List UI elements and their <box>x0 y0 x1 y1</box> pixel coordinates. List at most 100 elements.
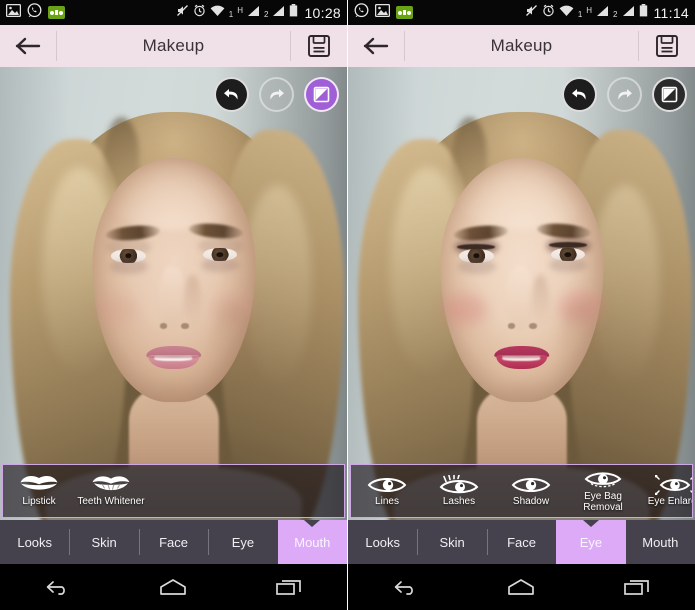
tab-bar-before: Looks Skin Face Eye Mouth <box>0 520 347 564</box>
tab-bar-after: Looks Skin Face Eye Mouth <box>348 520 695 564</box>
eye-icon <box>511 474 551 496</box>
whatsapp-icon <box>27 2 42 23</box>
tab-looks[interactable]: Looks <box>0 520 69 564</box>
wifi-icon <box>210 4 225 22</box>
photo-canvas-before[interactable]: Lipstick Teeth Whitener <box>0 67 347 520</box>
eye-icon <box>367 474 407 496</box>
tab-label: Mouth <box>294 534 331 550</box>
page-title: Makeup <box>142 36 205 55</box>
tab-label: Eye <box>231 534 255 550</box>
tab-mouth[interactable]: Mouth <box>277 520 347 564</box>
tab-eye[interactable]: Eye <box>208 520 277 564</box>
sim-count-label: 2 <box>264 9 269 19</box>
android-nav-bar-before <box>0 564 347 610</box>
network-type-label: H <box>237 5 243 15</box>
eye-lashes-icon <box>439 474 479 496</box>
voicemail-icon <box>396 6 413 19</box>
save-button[interactable] <box>291 25 347 67</box>
tab-face[interactable]: Face <box>138 520 208 564</box>
recents-nav-icon[interactable] <box>614 572 660 602</box>
status-left-icons <box>354 2 413 23</box>
recents-nav-icon[interactable] <box>266 572 312 602</box>
image-icon <box>5 3 22 22</box>
status-right-icons: 1 H 2 10:28 <box>176 3 341 22</box>
home-nav-icon[interactable] <box>498 572 544 602</box>
title-bar-before: Makeup <box>0 25 347 67</box>
tool-lines[interactable]: Lines <box>351 465 423 517</box>
status-left-icons <box>5 2 65 23</box>
tool-label: Eye Bag Removal <box>583 491 623 513</box>
tab-skin[interactable]: Skin <box>69 520 138 564</box>
title-bar-after: Makeup <box>348 25 695 67</box>
tab-eye[interactable]: Eye <box>556 520 626 564</box>
alarm-icon <box>193 4 206 22</box>
page-title: Makeup <box>490 36 553 55</box>
tab-label: Looks <box>365 534 401 550</box>
back-button[interactable] <box>0 25 56 67</box>
title-separator <box>290 31 291 61</box>
action-buttons-after <box>562 77 687 112</box>
tool-label: Lipstick <box>22 496 56 508</box>
redo-button <box>259 77 294 112</box>
back-button[interactable] <box>348 25 404 67</box>
tool-teeth-whitener[interactable]: Teeth Whitener <box>75 465 147 517</box>
tool-label: Teeth Whitener <box>77 496 145 508</box>
wifi-count-label: 1 <box>577 9 583 19</box>
mute-icon <box>176 4 189 22</box>
tool-eye-bag-removal[interactable]: Eye Bag Removal <box>567 465 639 517</box>
image-icon <box>374 3 391 22</box>
compare-button[interactable] <box>304 77 339 112</box>
app-root: 1 H 2 10:28 Makeup Lipstick Teeth Whiten… <box>0 0 695 610</box>
signal-icon <box>272 4 285 22</box>
eye-bag-icon <box>583 469 623 491</box>
compare-button[interactable] <box>652 77 687 112</box>
tool-label: Shadow <box>512 496 550 508</box>
tab-label: Looks <box>17 534 53 550</box>
undo-button[interactable] <box>214 77 249 112</box>
tool-strip-before[interactable]: Lipstick Teeth Whitener <box>2 464 345 518</box>
tab-label: Skin <box>439 534 465 550</box>
action-buttons-before <box>214 77 339 112</box>
tab-looks[interactable]: Looks <box>348 520 417 564</box>
save-button[interactable] <box>639 25 695 67</box>
signal-icon <box>247 4 260 22</box>
tool-lipstick[interactable]: Lipstick <box>3 465 75 517</box>
wifi-icon <box>559 4 574 22</box>
tab-label: Mouth <box>642 534 679 550</box>
home-nav-icon[interactable] <box>150 572 196 602</box>
tool-label: Eye Enlarge <box>647 496 692 508</box>
wifi-count-label: 1 <box>228 9 234 19</box>
status-clock: 11:14 <box>653 4 689 21</box>
tab-skin[interactable]: Skin <box>417 520 486 564</box>
back-nav-icon[interactable] <box>383 572 429 602</box>
title-separator <box>638 31 639 61</box>
tool-eye-enlarge[interactable]: Eye Enlarge <box>639 465 692 517</box>
teeth-icon <box>91 474 131 496</box>
lips-icon <box>19 474 59 496</box>
tab-label: Face <box>507 534 536 550</box>
title-separator <box>56 31 57 61</box>
status-right-icons: 1 H 2 11:14 <box>525 3 689 22</box>
tab-mouth[interactable]: Mouth <box>626 520 695 564</box>
photo-canvas-after[interactable]: Lines Lashes Shadow Eye Bag Removal Eye … <box>348 67 695 520</box>
tab-label: Eye <box>579 534 603 550</box>
signal-icon <box>596 4 609 22</box>
alarm-icon <box>542 4 555 22</box>
network-type-label: H <box>586 5 593 15</box>
tool-lashes[interactable]: Lashes <box>423 465 495 517</box>
tab-face[interactable]: Face <box>486 520 556 564</box>
redo-button <box>607 77 642 112</box>
title-separator <box>404 31 405 61</box>
signal-icon <box>622 4 635 22</box>
status-bar-after: 1 H 2 11:14 <box>348 0 695 25</box>
back-nav-icon[interactable] <box>35 572 81 602</box>
tool-strip-after[interactable]: Lines Lashes Shadow Eye Bag Removal Eye … <box>350 464 693 518</box>
portrait-image-before <box>0 67 347 520</box>
mute-icon <box>525 4 538 22</box>
tool-shadow[interactable]: Shadow <box>495 465 567 517</box>
panel-before: 1 H 2 10:28 Makeup Lipstick Teeth Whiten… <box>0 0 347 610</box>
eye-enlarge-icon <box>655 474 692 496</box>
undo-button[interactable] <box>562 77 597 112</box>
sim-count-label: 2 <box>613 9 618 19</box>
battery-icon <box>639 3 648 22</box>
